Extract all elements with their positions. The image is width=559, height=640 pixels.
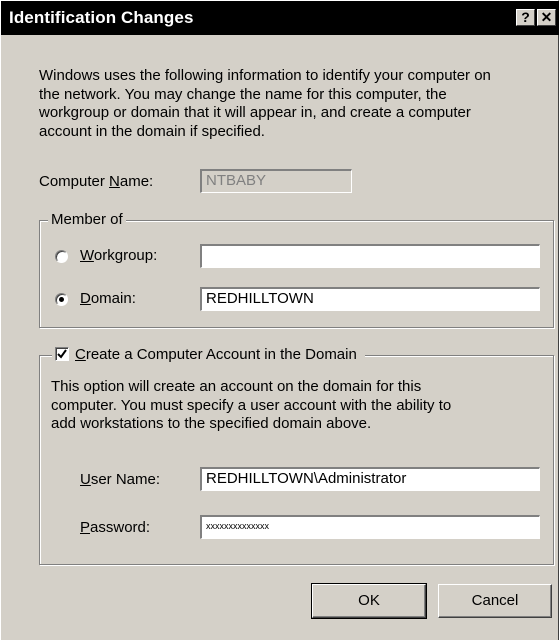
radio-selected-dot — [59, 297, 64, 302]
workgroup-label[interactable]: Workgroup: — [80, 247, 157, 264]
create-account-legend[interactable]: Create a Computer Account in the Domain — [52, 346, 365, 363]
create-account-label-accel: C — [75, 346, 86, 363]
domain-radio[interactable] — [55, 293, 68, 306]
domain-label[interactable]: Domain: — [80, 290, 136, 307]
checkmark-icon — [57, 349, 67, 359]
close-button[interactable]: ✕ — [537, 9, 556, 26]
intro-line: Windows uses the following information t… — [39, 67, 491, 84]
description-line: This option will create an account on th… — [51, 378, 422, 395]
workgroup-radio[interactable] — [55, 250, 68, 263]
intro-line: the network. You may change the name for… — [39, 85, 447, 103]
help-button[interactable]: ? — [516, 9, 535, 26]
computer-name-field: NTBABY — [200, 169, 352, 193]
intro-text: Windows uses the following information t… — [39, 67, 554, 141]
create-account-checkbox[interactable] — [55, 347, 69, 361]
user-name-label: User Name: — [80, 471, 161, 488]
intro-line: workgroup or domain that it will appear … — [39, 104, 471, 121]
description-line: computer. You must specify a user accoun… — [51, 396, 452, 414]
cancel-button[interactable]: Cancel — [438, 584, 552, 618]
title-bar[interactable]: Identification Changes ? ✕ — [1, 1, 559, 35]
domain-input[interactable]: REDHILLTOWN — [200, 287, 540, 311]
workgroup-input[interactable] — [200, 244, 540, 268]
password-input[interactable]: xxxxxxxxxxxxxx — [200, 515, 540, 539]
intro-line: account in the domain if specified. — [39, 122, 265, 140]
window-title: Identification Changes — [9, 8, 194, 27]
create-account-description: This option will create an account on th… — [51, 378, 546, 434]
member-of-group — [39, 220, 554, 328]
description-line: add workstations to the specified domain… — [51, 415, 372, 432]
user-name-input[interactable]: REDHILLTOWN\Administrator — [200, 467, 540, 491]
identification-changes-dialog: Identification Changes ? ✕ Windows uses … — [0, 0, 559, 640]
member-of-legend: Member of — [48, 211, 126, 228]
password-label: Password: — [80, 519, 151, 536]
ok-button[interactable]: OK — [311, 583, 427, 619]
create-account-label: reate a Computer Account in the Domain — [85, 346, 357, 363]
computer-name-label: Computer Name: — [39, 173, 154, 190]
